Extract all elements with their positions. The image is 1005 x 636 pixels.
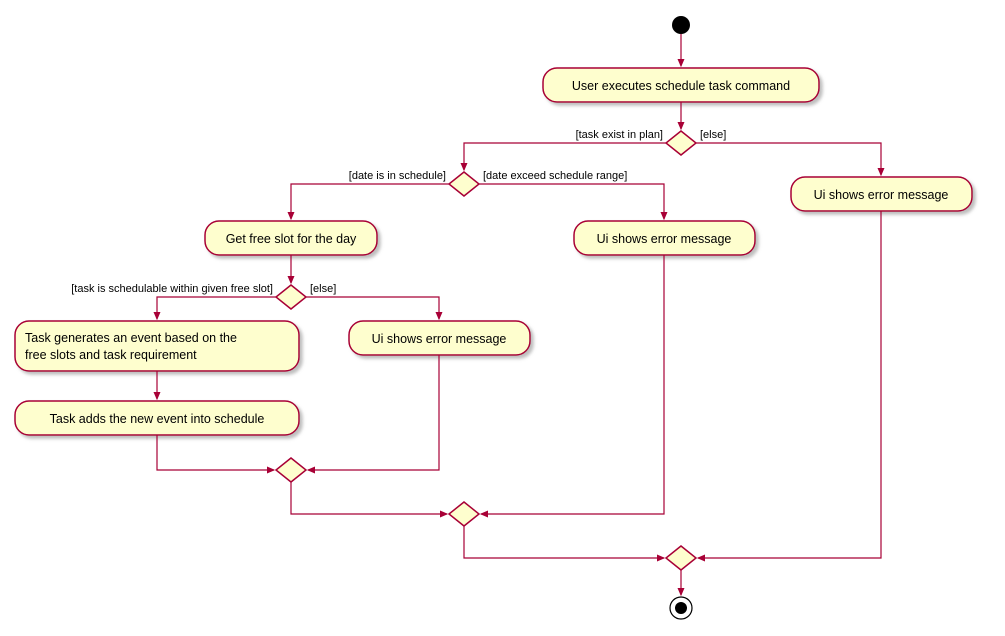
guard-else-2: [else] xyxy=(310,283,336,295)
merge-2 xyxy=(449,502,479,526)
guard-date-exceed: [date exceed schedule range] xyxy=(483,170,627,182)
activity-generate-event xyxy=(15,321,299,371)
guard-date-in: [date is in schedule] xyxy=(349,170,446,182)
start-node xyxy=(672,16,690,34)
activity-error-1-label: Ui shows error message xyxy=(372,332,507,346)
merge-3 xyxy=(666,546,696,570)
guard-else-1: [else] xyxy=(700,129,726,141)
activity-error-2-label: Ui shows error message xyxy=(597,232,732,246)
guard-schedulable: [task is schedulable within given free s… xyxy=(71,283,273,295)
activity-execute-command-label: User executes schedule task command xyxy=(572,79,790,93)
guard-task-exist: [task exist in plan] xyxy=(576,129,663,141)
end-node-inner xyxy=(675,602,687,614)
activity-generate-event-label-l1: Task generates an event based on the xyxy=(25,331,237,345)
decision-schedulable xyxy=(276,285,306,309)
activity-error-3-label: Ui shows error message xyxy=(814,188,949,202)
decision-task-exist xyxy=(666,131,696,155)
activity-generate-event-label-l2: free slots and task requirement xyxy=(25,348,197,362)
activity-add-event-label: Task adds the new event into schedule xyxy=(50,412,265,426)
decision-date-in-schedule xyxy=(449,172,479,196)
activity-get-free-slot-label: Get free slot for the day xyxy=(226,232,357,246)
merge-1 xyxy=(276,458,306,482)
